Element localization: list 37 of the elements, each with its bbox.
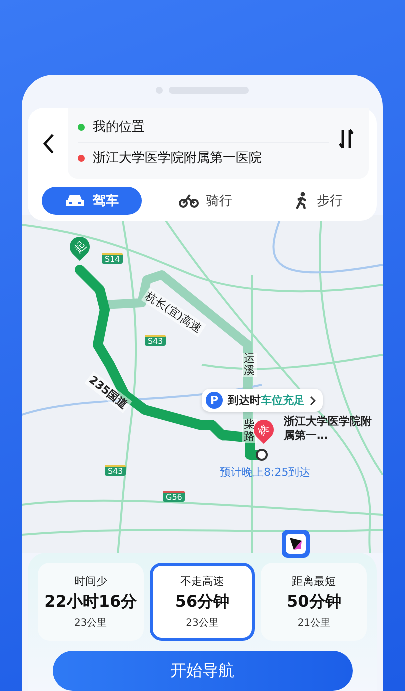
route-duration: 56分钟: [175, 592, 230, 613]
route-distance: 21公里: [298, 617, 331, 630]
road-shield: S43: [105, 465, 126, 476]
road-shield: G56: [163, 491, 186, 502]
route-option-label: 不走高速: [180, 574, 224, 589]
travel-mode-tab[interactable]: 步行: [269, 187, 369, 215]
route-distance: 23公里: [74, 617, 108, 630]
route-option-card[interactable]: 不走高速 56分钟 23公里: [150, 563, 256, 641]
destination-dot-icon: [78, 154, 85, 162]
road-name: 运溪: [242, 353, 257, 378]
route-duration: 22小时16分: [44, 592, 138, 613]
destination-label: 浙江大学医学院附属第一…: [284, 415, 373, 444]
route-option-label: 时间少: [74, 574, 108, 589]
swap-icon[interactable]: [339, 128, 355, 150]
start-navigation-button[interactable]: 开始导航: [52, 651, 352, 691]
route-option-label: 距离最短: [292, 574, 336, 589]
arrival-estimate: 预计晚上8:25到达: [220, 465, 311, 480]
road-shield: S43: [145, 335, 166, 346]
origin-field[interactable]: 我的位置: [93, 118, 145, 136]
parking-bubble[interactable]: P 到达时车位充足: [202, 389, 323, 412]
chevron-right-icon: [310, 396, 316, 406]
destination-field[interactable]: 浙江大学医学院附属第一医院: [93, 149, 262, 167]
route-option-card[interactable]: 距离最短 50分钟 21公里: [261, 563, 368, 641]
travel-mode-tab[interactable]: 驾车: [42, 187, 142, 215]
travel-mode-tab[interactable]: 骑行: [156, 187, 256, 215]
parking-icon: P: [206, 392, 223, 409]
origin-dot-icon: [78, 124, 85, 130]
route-duration: 50分钟: [287, 592, 342, 613]
parking-info: 到达时车位充足: [228, 393, 305, 408]
route-distance: 23公里: [186, 617, 219, 630]
road-shield: S14: [102, 253, 124, 264]
car-icon: [65, 194, 85, 208]
bicycle-icon: [178, 194, 198, 208]
walking-person-icon: [295, 192, 309, 210]
route-option-card[interactable]: 时间少 22小时16分 23公里: [38, 563, 144, 641]
destination-point-icon: [256, 449, 268, 461]
back-icon[interactable]: [42, 132, 56, 154]
